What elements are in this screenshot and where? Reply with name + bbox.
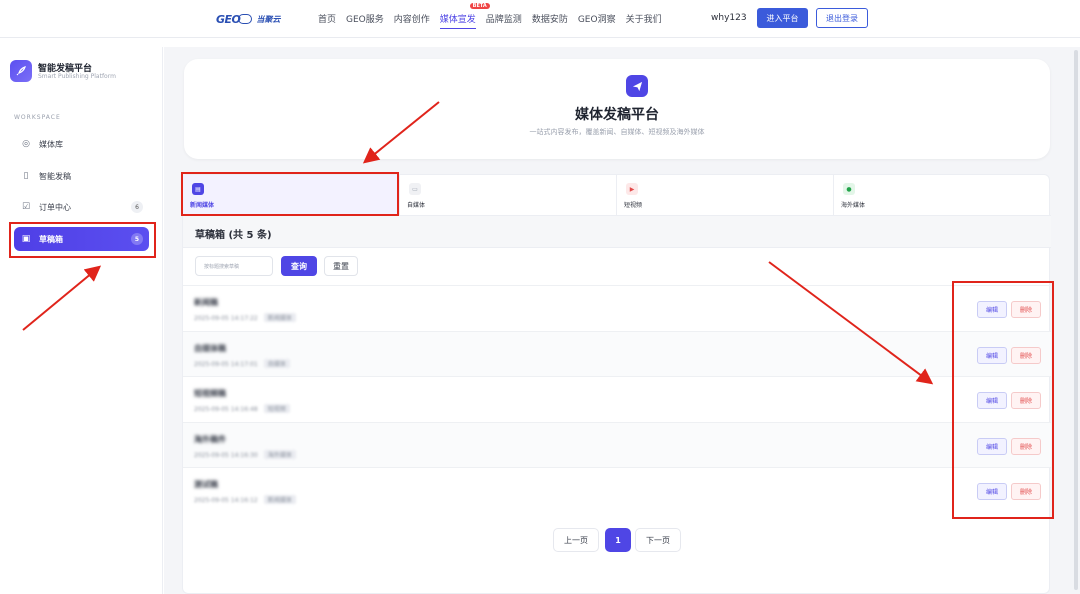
globe-icon: ◎ xyxy=(22,139,30,149)
draft-tag: 新闻媒体 xyxy=(263,313,296,322)
draft-meta: 2025-09-05 14:17:22 新闻媒体 xyxy=(194,313,296,322)
brand-subtitle: Smart Publishing Platform xyxy=(38,73,116,80)
nav-link-geo-service[interactable]: GEO服务 xyxy=(346,12,384,29)
sidebar-item-smart-publish[interactable]: ▯ 智能发稿 xyxy=(14,164,149,188)
video-icon: ▶ xyxy=(626,183,638,195)
nav-link-media-label: 媒体宣发 xyxy=(439,15,476,25)
current-page-button[interactable]: 1 xyxy=(605,528,631,552)
tab-overseas-media[interactable]: ● 海外媒体 xyxy=(834,175,1051,216)
enter-platform-button[interactable]: 进入平台 xyxy=(757,8,808,28)
send-icon xyxy=(626,75,648,97)
list-item: 自媒体稿 2025-09-05 14:17:01 自媒体 编辑 删除 xyxy=(183,330,1051,376)
hero-card: 媒体发稿平台 一站式内容发布，覆盖新闻、自媒体、短视频及海外媒体 xyxy=(184,59,1050,159)
annotation-box-actions xyxy=(952,281,1054,519)
page-subtitle: 一站式内容发布，覆盖新闻、自媒体、短视频及海外媒体 xyxy=(529,128,705,136)
file-icon: ▯ xyxy=(23,171,29,181)
sidebar-item-label: 智能发稿 xyxy=(39,171,71,181)
chat-icon: ▭ xyxy=(409,183,421,195)
tab-short-video[interactable]: ▶ 短视频 xyxy=(617,175,834,216)
sidebar: 智能发稿平台 Smart Publishing Platform WORKSPA… xyxy=(0,47,163,594)
logo-cn-text: 当聚云 xyxy=(256,14,281,24)
tab-label: 短视频 xyxy=(624,202,643,209)
list-item: 测试稿 2025-09-05 14:16:12 新闻媒体 编辑 删除 xyxy=(183,467,1051,513)
sidebar-item-label: 订单中心 xyxy=(39,202,71,212)
query-button[interactable]: 查询 xyxy=(281,256,317,276)
nav-link-brand[interactable]: 品牌监测 xyxy=(486,12,522,29)
beta-badge: BETA xyxy=(469,3,490,9)
annotation-box-news-tab xyxy=(181,172,399,216)
annotation-box-drafts xyxy=(9,222,156,258)
checklist-icon: ☑ xyxy=(21,202,31,212)
drafts-list: 新闻稿 2025-09-05 14:17:22 新闻媒体 编辑 删除 自媒体稿 2… xyxy=(183,285,1051,513)
list-item: 短视频稿 2025-09-05 14:16:48 短视频 编辑 删除 xyxy=(183,376,1051,422)
scrollbar[interactable] xyxy=(1074,50,1078,590)
globe-icon: ● xyxy=(843,183,855,195)
search-input[interactable]: 按标题搜索草稿 xyxy=(195,256,273,276)
nav-link-insight[interactable]: GEO洞察 xyxy=(578,12,616,29)
draft-tag: 新闻媒体 xyxy=(263,495,296,504)
pagination: 上一页 1 下一页 xyxy=(183,528,1051,554)
username: why123 xyxy=(711,13,747,23)
draft-title: 短视频稿 xyxy=(194,389,226,398)
tab-label: 自媒体 xyxy=(407,202,426,209)
nav-links: 首页 GEO服务 内容创作 媒体宣发 BETA 品牌监测 数据安防 GEO洞察 … xyxy=(318,3,662,29)
main-content: 媒体发稿平台 一站式内容发布，覆盖新闻、自媒体、短视频及海外媒体 ▤ 新闻媒体 … xyxy=(164,47,1080,594)
top-nav: GEO 当聚云 首页 GEO服务 内容创作 媒体宣发 BETA 品牌监测 数据安… xyxy=(0,0,1080,38)
logout-button[interactable]: 退出登录 xyxy=(816,8,868,28)
drafts-panel: ▤ 新闻媒体 ▭ 自媒体 ▶ 短视频 ● 海外媒体 草稿箱 (共 5 条) 按标… xyxy=(182,174,1051,594)
next-page-button[interactable]: 下一页 xyxy=(635,528,681,552)
logo-text: GEO xyxy=(216,12,241,26)
draft-meta: 2025-09-05 14:16:48 短视频 xyxy=(194,404,290,413)
sidebar-item-label: 媒体库 xyxy=(39,139,63,149)
cloud-icon xyxy=(238,14,253,24)
draft-meta: 2025-09-05 14:16:30 海外媒体 xyxy=(194,449,296,459)
draft-meta: 2025-09-05 14:17:01 自媒体 xyxy=(194,358,290,368)
reset-button[interactable]: 重置 xyxy=(324,256,358,276)
drafts-title: 草稿箱 (共 5 条) xyxy=(195,230,272,241)
sidebar-item-orders[interactable]: ☑ 订单中心 6 xyxy=(14,195,149,219)
nav-link-media[interactable]: 媒体宣发 BETA xyxy=(439,3,490,29)
tab-self-media[interactable]: ▭ 自媒体 xyxy=(400,175,617,216)
draft-date: 2025-09-05 14:16:48 xyxy=(194,406,258,413)
list-item: 新闻稿 2025-09-05 14:17:22 新闻媒体 编辑 删除 xyxy=(183,285,1051,331)
draft-tag: 海外媒体 xyxy=(263,449,296,459)
logo[interactable]: GEO 当聚云 xyxy=(216,9,280,29)
draft-meta: 2025-09-05 14:16:12 新闻媒体 xyxy=(194,495,296,504)
draft-date: 2025-09-05 14:16:30 xyxy=(194,451,258,459)
draft-date: 2025-09-05 14:16:12 xyxy=(194,497,258,504)
draft-title: 测试稿 xyxy=(194,480,218,489)
rocket-icon xyxy=(10,60,32,82)
draft-title: 新闻稿 xyxy=(194,298,218,307)
draft-date: 2025-09-05 14:17:01 xyxy=(194,360,258,368)
nav-link-security[interactable]: 数据安防 xyxy=(532,12,568,29)
draft-title: 自媒体稿 xyxy=(194,343,226,353)
nav-link-home[interactable]: 首页 xyxy=(318,12,336,29)
orders-count-badge: 6 xyxy=(131,201,143,213)
page-title: 媒体发稿平台 xyxy=(575,107,659,123)
sidebar-item-media-library[interactable]: ◎ 媒体库 xyxy=(14,132,149,156)
draft-tag: 短视频 xyxy=(263,404,290,413)
drafts-header: 草稿箱 (共 5 条) xyxy=(183,216,1051,248)
nav-link-about[interactable]: 关于我们 xyxy=(626,12,662,29)
nav-link-content[interactable]: 内容创作 xyxy=(394,12,430,29)
list-item: 海外稿件 2025-09-05 14:16:30 海外媒体 编辑 删除 xyxy=(183,421,1051,467)
tab-label: 海外媒体 xyxy=(841,202,866,209)
prev-page-button[interactable]: 上一页 xyxy=(553,528,599,552)
draft-date: 2025-09-05 14:17:22 xyxy=(194,315,258,322)
draft-tag: 自媒体 xyxy=(263,358,290,368)
workspace-label: WORKSPACE xyxy=(14,114,61,121)
draft-title: 海外稿件 xyxy=(194,434,226,444)
